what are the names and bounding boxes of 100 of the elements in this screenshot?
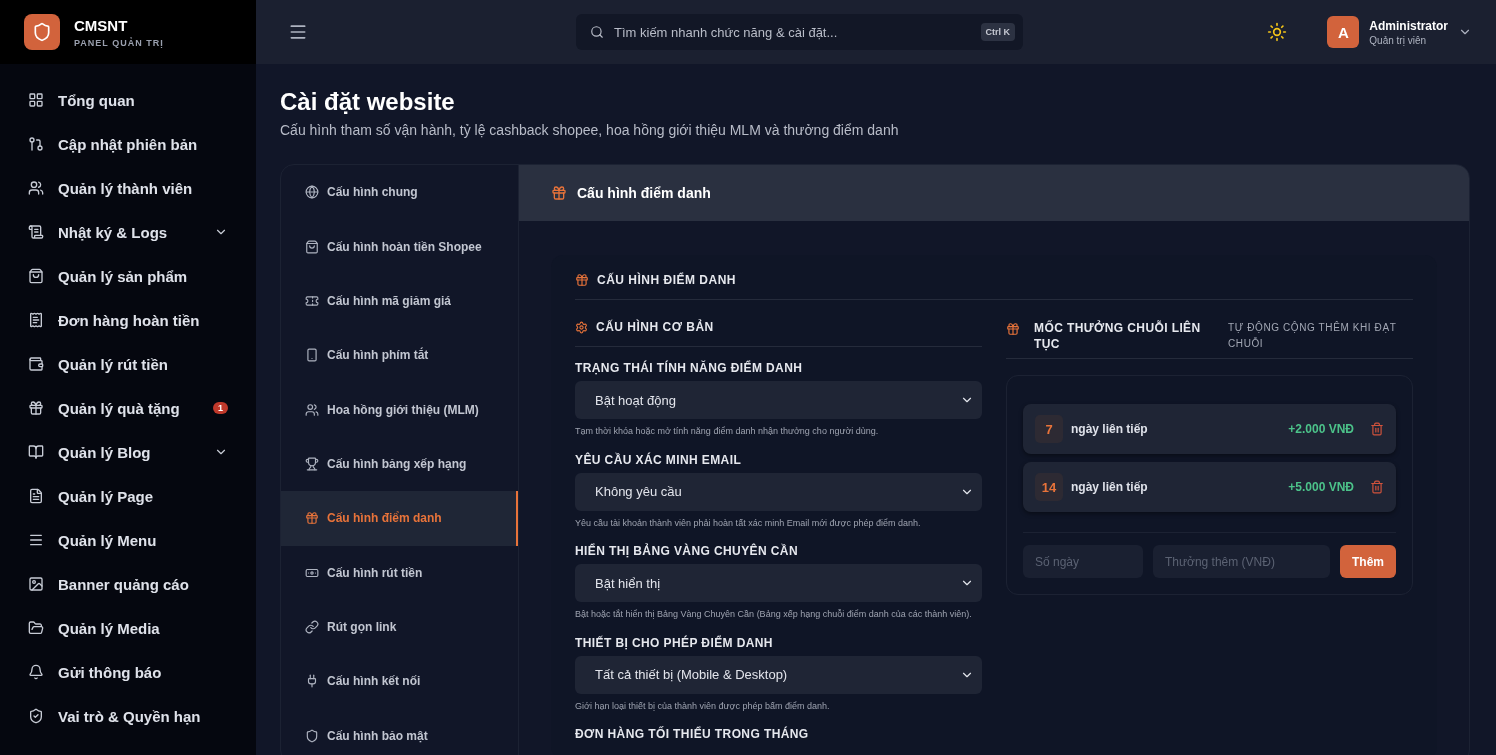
- sidebar-item-label: Cập nhật phiên bản: [58, 135, 199, 153]
- menu-item-icon: [28, 444, 44, 460]
- field-label: THIẾT BỊ CHO PHÉP ĐIỂM DANH: [575, 635, 774, 650]
- menu-item-icon: [28, 576, 44, 592]
- sidebar-item[interactable]: Banner quảng cáo: [0, 562, 256, 606]
- days-count: 14: [1035, 473, 1063, 502]
- settings-tab[interactable]: Cấu hình rút tiền: [281, 545, 518, 600]
- section-note: TỰ ĐỘNG CỘNG THÊM KHI ĐẠT CHUỖI: [1228, 320, 1398, 351]
- menu-item-icon: [28, 180, 44, 196]
- menu-item-icon: [28, 664, 44, 680]
- sidebar-item[interactable]: Quản lý Page: [0, 474, 256, 518]
- sidebar-item[interactable]: Quản lý Blog: [0, 430, 256, 474]
- sidebar-item[interactable]: Quản lý Menu: [0, 518, 256, 562]
- settings-tab[interactable]: Cấu hình bảo mật: [281, 708, 518, 755]
- menu-item-icon: [28, 224, 44, 240]
- delete-icon[interactable]: [1370, 422, 1384, 437]
- section-title: CẤU HÌNH CƠ BẢN: [596, 320, 714, 334]
- sidebar-item-label: Quản lý thành viên: [58, 179, 194, 197]
- search-bar[interactable]: Tìm kiếm nhanh chức năng & cài đặt... Ctrl K: [576, 14, 1023, 50]
- tab-icon: [305, 728, 319, 743]
- menu-item-icon: [28, 400, 44, 416]
- reward-amount: +2.000 VNĐ: [1288, 422, 1354, 437]
- delete-icon[interactable]: [1370, 480, 1384, 495]
- user-name: Administrator: [1369, 18, 1448, 33]
- sidebar-item[interactable]: Tổng quan: [0, 78, 256, 122]
- tab-icon: [305, 348, 319, 363]
- menu-item-icon: [28, 136, 44, 152]
- days-count: 7: [1035, 415, 1063, 444]
- shortcut-hint: Ctrl K: [980, 23, 1015, 41]
- gift-icon: [551, 185, 567, 201]
- sidebar-item[interactable]: Gửi thông báo: [0, 650, 256, 694]
- page-title: Cài đặt website: [280, 88, 456, 116]
- settings-tab[interactable]: Hoa hồng giới thiệu (MLM): [281, 382, 518, 437]
- gear-icon: [575, 320, 588, 334]
- tab-icon: [305, 620, 319, 635]
- sidebar-item-label: Tổng quan: [58, 91, 136, 109]
- field-hint: Giới hạn loại thiết bị của thành viên được phép bấm điểm danh.: [575, 699, 831, 713]
- brand-subtitle: PANEL QUẢN TRỊ: [74, 37, 164, 48]
- bonus-input[interactable]: Thưởng thêm (VNĐ): [1153, 545, 1330, 579]
- days-input[interactable]: Số ngày: [1023, 545, 1143, 579]
- reward-amount: +5.000 VNĐ: [1288, 480, 1354, 495]
- tab-icon: [305, 402, 319, 417]
- sidebar-item[interactable]: Quản lý Media: [0, 606, 256, 650]
- sidebar-item[interactable]: Quản lý thành viên: [0, 166, 256, 210]
- sidebar-item-label: Quản lý rút tiền: [58, 355, 169, 373]
- user-avatar: A: [1327, 16, 1360, 48]
- select-field[interactable]: Bật hiển thị: [575, 564, 982, 602]
- tab-icon: [305, 185, 319, 200]
- select-field[interactable]: Tất cả thiết bị (Mobile & Desktop): [575, 655, 982, 694]
- search-icon: [590, 25, 604, 39]
- sidebar-item-label: Quản lý Menu: [58, 531, 158, 549]
- tab-icon: [305, 239, 319, 254]
- settings-tab[interactable]: Cấu hình bảng xếp hạng: [281, 436, 518, 492]
- sidebar-item-label: Quản lý Blog: [58, 443, 152, 461]
- settings-tab[interactable]: Rút gọn link: [281, 599, 518, 655]
- sidebar-item[interactable]: Nhật ký & Logs: [0, 210, 256, 254]
- add-button[interactable]: Thêm: [1340, 545, 1396, 579]
- settings-tab[interactable]: Cấu hình mã giảm giá: [281, 273, 518, 329]
- sidebar-item[interactable]: Quản lý quà tặng 1: [0, 386, 256, 430]
- menu-icon[interactable]: [288, 22, 308, 42]
- sun-icon[interactable]: [1267, 22, 1288, 42]
- field-label: ĐƠN HÀNG TỐI THIỂU TRONG THÁNG: [575, 727, 810, 741]
- reward-label: ngày liên tiếp: [1071, 422, 1149, 437]
- menu-item-icon: [28, 92, 44, 108]
- select-field[interactable]: Không yêu cầu: [575, 472, 982, 511]
- sidebar-item-label: Quản lý sản phẩm: [58, 267, 189, 285]
- select-field[interactable]: Bật hoạt động: [575, 381, 982, 419]
- sidebar-item-label: Gửi thông báo: [58, 663, 163, 681]
- menu-item-icon: [28, 708, 44, 724]
- settings-tab[interactable]: Cấu hình kết nối: [281, 654, 518, 709]
- menu-item-icon: [28, 356, 44, 372]
- sidebar-item[interactable]: Quản lý rút tiền: [0, 342, 256, 386]
- tab-icon: [305, 511, 319, 526]
- sidebar-item-label: Đơn hàng hoàn tiền: [58, 311, 201, 329]
- menu-item-icon: [28, 532, 44, 548]
- tab-icon: [305, 293, 319, 308]
- sidebar-item-label: Quản lý quà tặng: [58, 399, 181, 417]
- sidebar-item-label: Vai trò & Quyền hạn: [58, 707, 202, 725]
- tab-icon: [305, 674, 319, 689]
- sidebar-item[interactable]: Đơn hàng hoàn tiền: [0, 298, 256, 342]
- field-hint: Tạm thời khóa hoặc mở tính năng điểm danh nhận thưởng cho người dùng.: [575, 425, 880, 438]
- settings-tab[interactable]: Cấu hình chung: [281, 165, 518, 220]
- settings-tab[interactable]: Cấu hình điểm danh: [281, 491, 518, 546]
- sidebar-item[interactable]: Vai trò & Quyền hạn: [0, 694, 256, 738]
- sidebar-item-label: Quản lý Media: [58, 619, 161, 637]
- reward-label: ngày liên tiếp: [1071, 480, 1149, 495]
- menu-item-icon: [28, 312, 44, 328]
- settings-tab[interactable]: Cấu hình hoàn tiền Shopee: [281, 219, 518, 274]
- search-field[interactable]: Tìm kiếm nhanh chức năng & cài đặt...: [612, 23, 973, 41]
- gift-icon: [575, 273, 589, 287]
- shield-icon: [32, 22, 52, 42]
- section-title: MỐC THƯỞNG CHUỖI LIÊN TỤC: [1034, 320, 1202, 353]
- section-title: CẤU HÌNH ĐIỂM DANH: [597, 273, 736, 287]
- menu-item-icon: [28, 620, 44, 636]
- sidebar-item[interactable]: Quản lý sản phẩm: [0, 254, 256, 298]
- panel-title: Cấu hình điểm danh: [577, 185, 711, 201]
- sidebar-item-label: Nhật ký & Logs: [58, 223, 169, 241]
- settings-tab[interactable]: Cấu hình phím tắt: [281, 328, 518, 383]
- sidebar-item[interactable]: Cập nhật phiên bản: [0, 122, 256, 166]
- field-label: YÊU CẦU XÁC MINH EMAIL: [575, 452, 743, 467]
